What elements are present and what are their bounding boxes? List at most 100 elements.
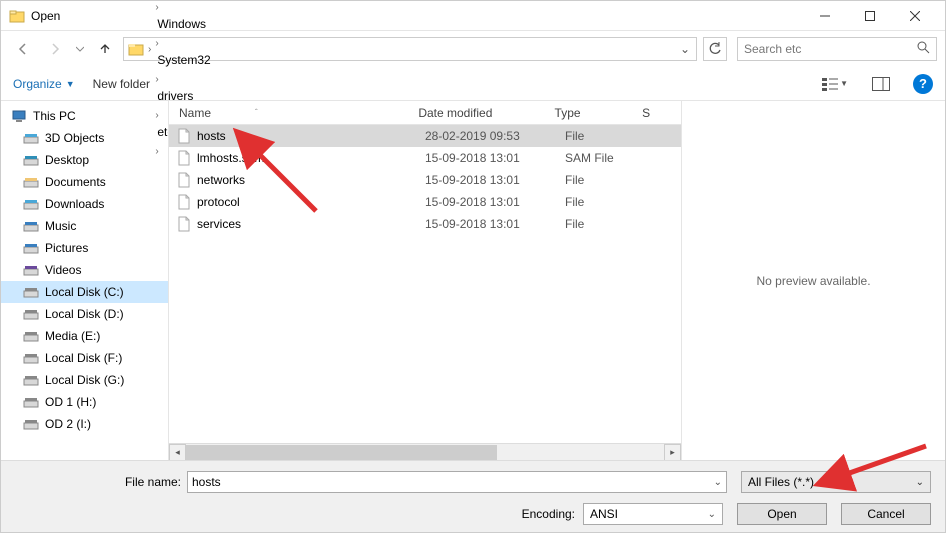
file-row[interactable]: hosts28-02-2019 09:53File	[169, 125, 681, 147]
chevron-down-icon: ⌄	[916, 477, 924, 488]
drive-icon	[23, 240, 39, 256]
scroll-left[interactable]: ◂	[169, 444, 186, 461]
chevron-right-icon[interactable]: ›	[153, 74, 160, 85]
nav-item[interactable]: Local Disk (D:)	[1, 303, 168, 325]
column-name[interactable]: Nameˆ	[175, 106, 418, 120]
file-row[interactable]: lmhosts.sam15-09-2018 13:01SAM File	[169, 147, 681, 169]
column-date[interactable]: Date modified	[418, 106, 554, 120]
chevron-right-icon[interactable]: ›	[153, 38, 160, 49]
nav-item[interactable]: 3D Objects	[1, 127, 168, 149]
drive-icon	[23, 328, 39, 344]
title-bar: Open	[1, 1, 945, 31]
nav-item[interactable]: Local Disk (C:)	[1, 281, 168, 303]
refresh-button[interactable]	[703, 37, 727, 61]
nav-item[interactable]: Local Disk (G:)	[1, 369, 168, 391]
nav-item[interactable]: OD 1 (H:)	[1, 391, 168, 413]
chevron-down-icon: ▼	[66, 79, 75, 89]
address-bar[interactable]: › This PC›Local Disk (C:)›Windows›System…	[123, 37, 697, 61]
preview-pane-button[interactable]	[867, 73, 895, 95]
chevron-down-icon[interactable]: ⌄	[714, 477, 722, 488]
file-icon	[175, 149, 193, 167]
file-icon	[175, 193, 193, 211]
scroll-thumb[interactable]	[186, 445, 497, 460]
nav-item[interactable]: Media (E:)	[1, 325, 168, 347]
forward-button[interactable]	[41, 37, 69, 61]
navigation-pane[interactable]: This PC 3D ObjectsDesktopDocumentsDownlo…	[1, 101, 169, 460]
drive-icon	[23, 174, 39, 190]
nav-item[interactable]: Local Disk (F:)	[1, 347, 168, 369]
file-icon	[175, 215, 193, 233]
nav-item[interactable]: Documents	[1, 171, 168, 193]
folder-icon	[9, 8, 25, 24]
nav-item[interactable]: Desktop	[1, 149, 168, 171]
column-headers: Nameˆ Date modified Type S	[169, 101, 681, 125]
search-icon	[917, 41, 930, 57]
recent-dropdown[interactable]	[73, 37, 87, 61]
file-icon	[175, 171, 193, 189]
column-type[interactable]: Type	[555, 106, 643, 120]
file-row[interactable]: networks15-09-2018 13:01File	[169, 169, 681, 191]
drive-icon	[23, 416, 39, 432]
column-size[interactable]: S	[642, 106, 681, 120]
preview-pane: No preview available.	[681, 101, 945, 460]
encoding-select[interactable]: ANSI ⌄	[583, 503, 723, 525]
drive-icon	[23, 152, 39, 168]
drive-icon	[23, 372, 39, 388]
main-area: This PC 3D ObjectsDesktopDocumentsDownlo…	[1, 101, 945, 460]
file-row[interactable]: services15-09-2018 13:01File	[169, 213, 681, 235]
toolbar: Organize ▼ New folder ▼ ?	[1, 67, 945, 101]
preview-message: No preview available.	[756, 274, 870, 288]
maximize-button[interactable]	[847, 1, 892, 31]
chevron-down-icon: ▼	[840, 79, 848, 88]
view-options-button[interactable]: ▼	[821, 73, 849, 95]
search-placeholder: Search etc	[744, 42, 801, 56]
sort-indicator: ˆ	[255, 108, 258, 117]
nav-item[interactable]: Downloads	[1, 193, 168, 215]
chevron-right-icon[interactable]: ›	[146, 44, 153, 55]
up-button[interactable]	[91, 37, 119, 61]
file-list[interactable]: hosts28-02-2019 09:53Filelmhosts.sam15-0…	[169, 125, 681, 443]
address-bar-row: › This PC›Local Disk (C:)›Windows›System…	[1, 31, 945, 67]
close-button[interactable]	[892, 1, 937, 31]
nav-item[interactable]: Music	[1, 215, 168, 237]
chevron-down-icon: ⌄	[708, 509, 716, 520]
chevron-right-icon[interactable]: ›	[153, 2, 160, 13]
open-button[interactable]: Open	[737, 503, 827, 525]
back-button[interactable]	[9, 37, 37, 61]
nav-this-pc[interactable]: This PC	[1, 105, 168, 127]
drive-icon	[23, 306, 39, 322]
scroll-track[interactable]	[186, 444, 664, 461]
window-title: Open	[31, 9, 802, 23]
breadcrumb-item[interactable]: System32	[153, 49, 240, 71]
drive-icon	[23, 218, 39, 234]
nav-item[interactable]: Videos	[1, 259, 168, 281]
pc-icon	[11, 108, 27, 124]
scroll-right[interactable]: ▸	[664, 444, 681, 461]
encoding-label: Encoding:	[522, 507, 575, 521]
file-row[interactable]: protocol15-09-2018 13:01File	[169, 191, 681, 213]
drive-icon	[23, 196, 39, 212]
cancel-button[interactable]: Cancel	[841, 503, 931, 525]
horizontal-scrollbar[interactable]: ◂ ▸	[169, 443, 681, 460]
folder-icon	[126, 39, 146, 59]
file-type-filter[interactable]: All Files (*.*) ⌄	[741, 471, 931, 493]
bottom-panel: File name: hosts ⌄ All Files (*.*) ⌄ Enc…	[1, 460, 945, 532]
drive-icon	[23, 350, 39, 366]
breadcrumb-item[interactable]: Windows	[153, 13, 240, 35]
new-folder-button[interactable]: New folder	[93, 77, 150, 91]
drive-icon	[23, 394, 39, 410]
help-button[interactable]: ?	[913, 74, 933, 94]
address-dropdown[interactable]: ⌄	[676, 42, 694, 56]
drive-icon	[23, 130, 39, 146]
search-input[interactable]: Search etc	[737, 37, 937, 61]
filename-input[interactable]: hosts ⌄	[187, 471, 727, 493]
file-list-pane: Nameˆ Date modified Type S hosts28-02-20…	[169, 101, 681, 460]
nav-item[interactable]: Pictures	[1, 237, 168, 259]
filename-label: File name:	[1, 475, 181, 489]
file-icon	[175, 127, 193, 145]
organize-menu[interactable]: Organize ▼	[13, 77, 75, 91]
drive-icon	[23, 262, 39, 278]
nav-item[interactable]: OD 2 (I:)	[1, 413, 168, 435]
minimize-button[interactable]	[802, 1, 847, 31]
drive-icon	[23, 284, 39, 300]
